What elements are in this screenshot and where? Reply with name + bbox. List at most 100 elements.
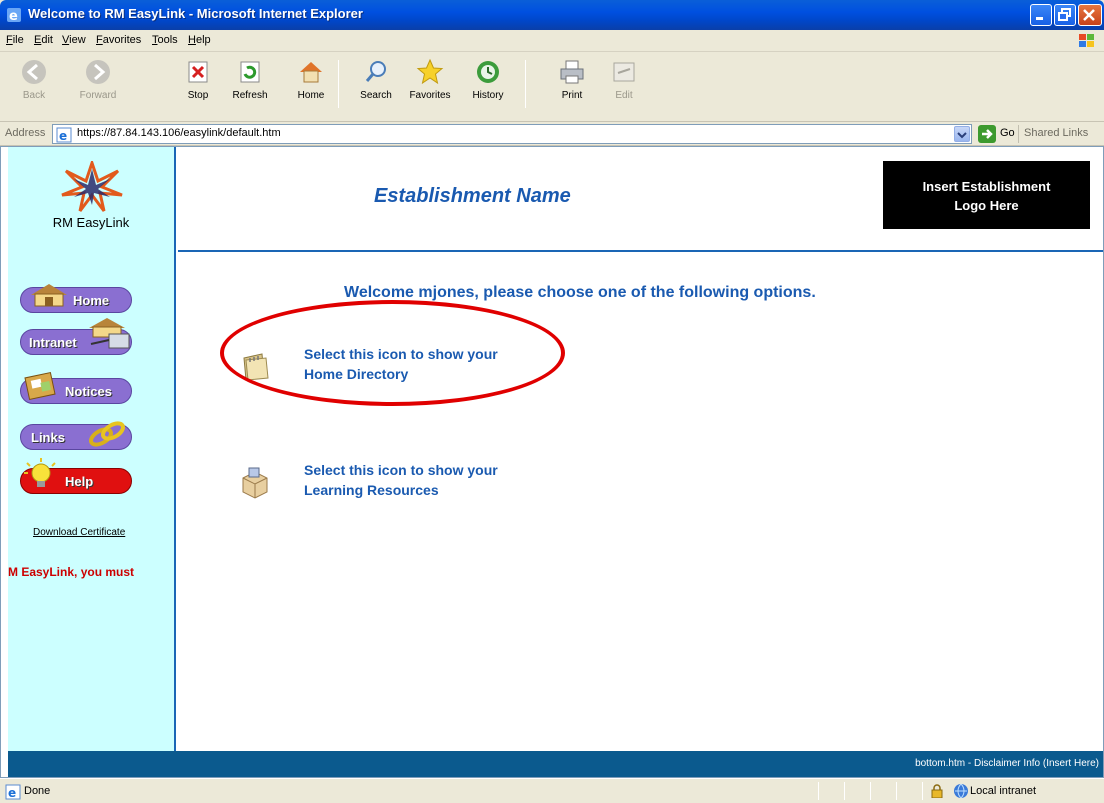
nav-intranet-label: Intranet — [29, 335, 77, 350]
toolbar-separator — [525, 60, 526, 108]
logo-line-2: Logo Here — [954, 198, 1019, 213]
stop-label: Stop — [187, 90, 209, 101]
history-icon — [477, 61, 499, 83]
close-button[interactable] — [1078, 4, 1102, 26]
menu-file[interactable]: File — [6, 34, 24, 46]
back-label: Back — [22, 90, 46, 101]
title-bar[interactable]: e Welcome to RM EasyLink - Microsoft Int… — [0, 0, 1104, 30]
padlock-icon[interactable] — [930, 784, 944, 798]
restore-icon — [1058, 8, 1071, 21]
forward-button[interactable]: Forward — [70, 58, 126, 110]
nav-home[interactable]: Home — [20, 284, 132, 313]
print-button[interactable]: Print — [544, 58, 600, 110]
history-label: History — [472, 90, 504, 101]
forward-label: Forward — [79, 90, 117, 101]
favorites-label: Favorites — [409, 90, 451, 101]
refresh-label: Refresh — [232, 90, 268, 101]
ie-logo-icon: e — [7, 8, 21, 23]
status-separator — [844, 782, 845, 800]
welcome-message: Welcome mjones, please choose one of the… — [344, 284, 816, 301]
address-url: https://87.84.143.106/easylink/default.h… — [77, 127, 281, 139]
nav-links[interactable]: Links — [20, 421, 132, 450]
star-icon — [416, 58, 444, 85]
refresh-button[interactable]: Refresh — [222, 58, 278, 110]
go-button[interactable]: Go — [978, 125, 1018, 143]
learning-resources-text[interactable]: Select this icon to show your Learning R… — [304, 460, 604, 500]
nav-home-label: Home — [73, 293, 110, 308]
scrolling-notice: M EasyLink, you must — [8, 565, 135, 579]
svg-text:e: e — [59, 129, 67, 143]
chevron-down-icon — [957, 132, 967, 139]
rm-star-logo-icon — [61, 161, 123, 212]
status-separator — [870, 782, 871, 800]
disclaimer-text: bottom.htm - Disclaimer Info (Insert Her… — [915, 758, 1099, 769]
lightbulb-icon — [24, 458, 56, 487]
learning-resources-option[interactable]: Select this icon to show your Learning R… — [238, 460, 638, 508]
menu-help[interactable]: Help — [188, 34, 211, 46]
search-button[interactable]: Search — [348, 58, 404, 110]
security-zone: Local intranet — [970, 785, 1037, 797]
page-content: RM EasyLink Home Intranet Notices Links … — [0, 146, 1104, 778]
resource-box-icon[interactable] — [238, 466, 272, 500]
back-button[interactable]: Back — [6, 58, 62, 110]
chain-link-icon — [89, 421, 125, 447]
brand-name: RM EasyLink — [52, 215, 130, 230]
house-icon — [31, 284, 67, 307]
history-button[interactable]: History — [460, 58, 516, 110]
refresh-icon — [240, 61, 260, 83]
search-label: Search — [360, 90, 392, 101]
highlight-circle — [220, 300, 565, 406]
windows-flag-icon — [1079, 34, 1094, 47]
page-header: Establishment Name Insert Establishment … — [178, 147, 1103, 252]
logo-line-1: Insert Establishment — [922, 179, 1051, 194]
nav-intranet[interactable]: Intranet — [20, 318, 132, 355]
minimize-button[interactable] — [1030, 4, 1052, 26]
edit-button[interactable]: Edit — [596, 58, 652, 110]
footer-bar: bottom.htm - Disclaimer Info (Insert Her… — [8, 751, 1103, 777]
address-dropdown-button[interactable] — [954, 126, 970, 142]
home-label: Home — [297, 90, 325, 101]
menu-tools[interactable]: Tools — [152, 34, 178, 46]
status-separator — [922, 782, 923, 800]
establishment-name: Establishment Name — [374, 185, 571, 207]
ie-page-icon: e — [5, 784, 21, 800]
home-toolbar-button[interactable]: Home — [283, 58, 339, 110]
nav-notices-label: Notices — [65, 384, 112, 399]
back-arrow-icon — [22, 60, 46, 84]
ie-page-icon: e — [56, 127, 72, 143]
minimize-icon — [1036, 17, 1043, 20]
nav-help[interactable]: Help — [20, 458, 132, 494]
go-label: Go — [1000, 127, 1015, 139]
status-bar: e Done Local intranet — [0, 778, 1104, 803]
status-separator — [896, 782, 897, 800]
browser-window: e Welcome to RM EasyLink - Microsoft Int… — [0, 0, 1104, 803]
printer-icon — [560, 60, 584, 84]
nav-help-label: Help — [65, 474, 94, 489]
learning-resources-line-2: Learning Resources — [304, 482, 439, 498]
window-title: Welcome to RM EasyLink - Microsoft Inter… — [28, 6, 363, 21]
svg-text:e: e — [9, 9, 18, 23]
status-separator — [818, 782, 819, 800]
address-bar: Address e https://87.84.143.106/easylink… — [0, 122, 1104, 146]
menu-view[interactable]: View — [62, 34, 86, 46]
svg-text:e: e — [8, 786, 16, 800]
download-certificate-link[interactable]: Download Certificate — [33, 527, 125, 538]
edit-page-icon — [613, 62, 635, 82]
links-separator — [1018, 125, 1019, 143]
close-icon — [1083, 9, 1095, 21]
maximize-button[interactable] — [1054, 4, 1076, 26]
learning-resources-line-1: Select this icon to show your — [304, 462, 498, 478]
shared-links[interactable]: Shared Links — [1024, 127, 1088, 139]
print-label: Print — [561, 90, 583, 101]
address-input[interactable]: e https://87.84.143.106/easylink/default… — [52, 124, 972, 144]
menu-bar: File Edit View Favorites Tools Help — [0, 30, 1104, 52]
menu-favorites[interactable]: Favorites — [96, 34, 141, 46]
nav-notices[interactable]: Notices — [20, 371, 132, 404]
favorites-button[interactable]: Favorites — [402, 58, 458, 110]
search-icon — [365, 61, 386, 82]
menu-edit[interactable]: Edit — [34, 34, 53, 46]
stop-icon — [188, 61, 208, 83]
forward-arrow-icon — [86, 60, 110, 84]
stop-button[interactable]: Stop — [170, 58, 226, 110]
house-icon — [300, 62, 322, 83]
